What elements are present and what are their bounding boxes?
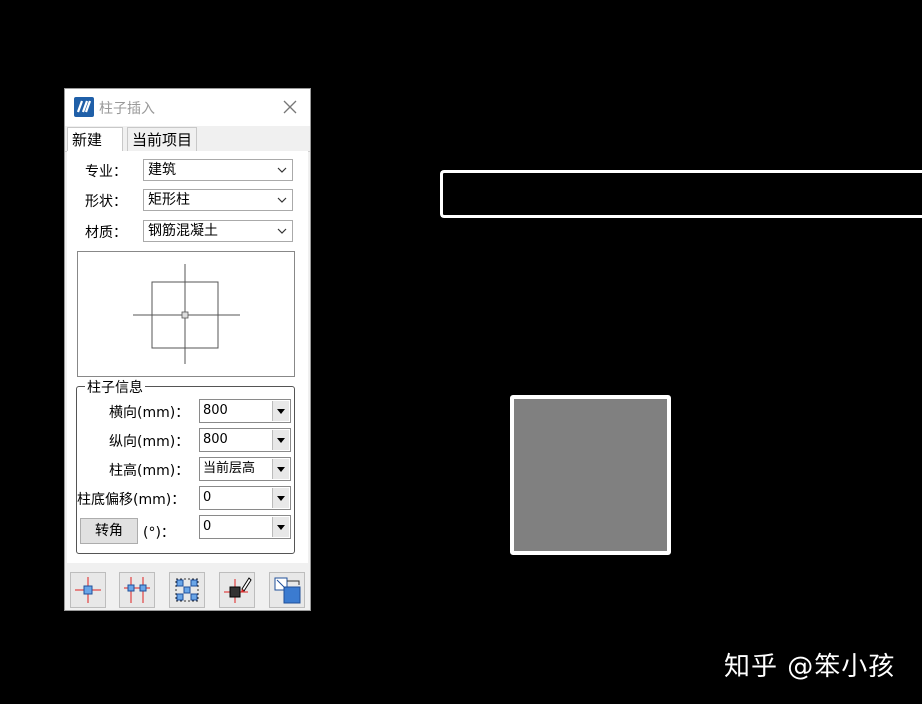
app-logo-icon <box>74 97 94 117</box>
dropdown-arrow-icon[interactable] <box>272 459 289 479</box>
height-value: 当前层高 <box>203 461 256 476</box>
dropdown-arrow-icon[interactable] <box>272 401 289 421</box>
shape-label: 形状： <box>85 194 127 210</box>
vertical-label: 纵向(mm)： <box>109 434 190 450</box>
tab-panel-new: 专业： 建筑 形状： 矩形柱 材质： 钢筋混凝土 柱子信息 横向(mm)： 80… <box>67 151 308 563</box>
tab-current-project[interactable]: 当前项目 <box>127 127 197 151</box>
material-label: 材质： <box>85 225 127 241</box>
dropdown-arrow-icon[interactable] <box>272 517 289 537</box>
replace-column-icon[interactable] <box>219 572 255 608</box>
horizontal-label: 横向(mm)： <box>109 405 190 421</box>
horizontal-input[interactable]: 800 <box>199 399 291 423</box>
axis-intersection-insert-icon[interactable] <box>119 572 155 608</box>
material-value: 钢筋混凝土 <box>148 223 218 239</box>
rotation-input[interactable]: 0 <box>199 515 291 539</box>
title-bar[interactable]: 柱子插入 <box>65 89 310 126</box>
material-select[interactable]: 钢筋混凝土 <box>143 220 293 242</box>
tab-new[interactable]: 新建 <box>67 127 123 152</box>
close-icon[interactable] <box>276 95 302 119</box>
region-insert-icon[interactable] <box>169 572 205 608</box>
rotation-label: (°)： <box>143 525 175 541</box>
base-offset-value: 0 <box>203 490 212 505</box>
discipline-label: 专业： <box>85 164 127 180</box>
watermark: 知乎 @笨小孩 <box>724 652 896 682</box>
dialog-title: 柱子插入 <box>99 101 155 117</box>
dropdown-arrow-icon[interactable] <box>272 488 289 508</box>
rotation-value: 0 <box>203 519 212 534</box>
shape-value: 矩形柱 <box>148 192 190 208</box>
column-insert-dialog: 柱子插入 新建 当前项目 专业： 建筑 形状： 矩形柱 材质： 钢筋混凝土 柱子… <box>64 88 311 611</box>
chevron-down-icon <box>277 197 287 203</box>
placed-column <box>510 395 671 555</box>
chevron-down-icon <box>277 228 287 234</box>
column-preview <box>77 251 295 377</box>
vertical-input[interactable]: 800 <box>199 428 291 452</box>
rotation-button[interactable]: 转角 <box>80 518 138 544</box>
column-info-title: 柱子信息 <box>85 377 145 397</box>
corner-fit-icon[interactable] <box>269 572 305 608</box>
base-offset-label: 柱底偏移(mm)： <box>77 492 186 508</box>
discipline-value: 建筑 <box>148 162 176 178</box>
shape-select[interactable]: 矩形柱 <box>143 189 293 211</box>
height-input[interactable]: 当前层高 <box>199 457 291 481</box>
tab-bar: 新建 当前项目 <box>65 127 310 152</box>
column-info-group: 柱子信息 横向(mm)： 800 纵向(mm)： 800 柱高(mm)： 当前层… <box>76 377 295 554</box>
base-offset-input[interactable]: 0 <box>199 486 291 510</box>
discipline-select[interactable]: 建筑 <box>143 159 293 181</box>
vertical-value: 800 <box>203 432 228 447</box>
dropdown-arrow-icon[interactable] <box>272 430 289 450</box>
insert-mode-toolbar <box>65 566 310 610</box>
horizontal-value: 800 <box>203 403 228 418</box>
wall-outline <box>440 170 922 218</box>
height-label: 柱高(mm)： <box>109 463 190 479</box>
point-insert-icon[interactable] <box>70 572 106 608</box>
chevron-down-icon <box>277 167 287 173</box>
